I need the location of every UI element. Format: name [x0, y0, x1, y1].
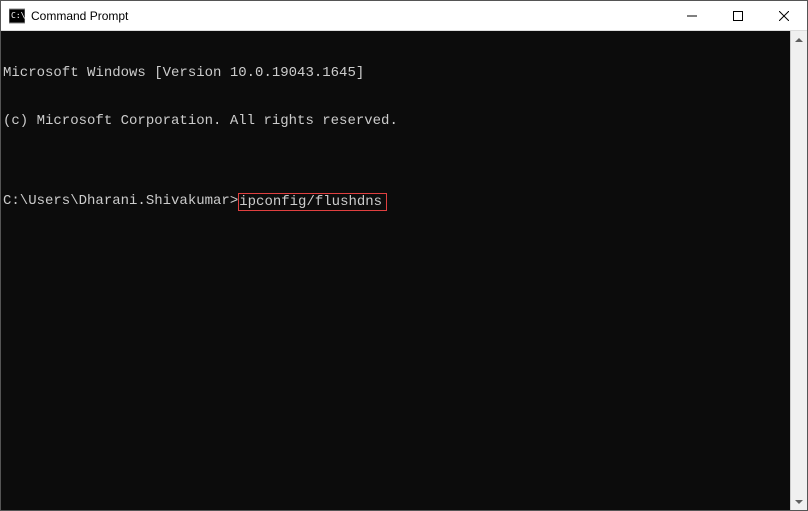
terminal-wrap: Microsoft Windows [Version 10.0.19043.16… — [1, 31, 807, 510]
command-highlight: ipconfig/flushdns — [238, 193, 387, 211]
scroll-track[interactable] — [791, 48, 807, 493]
scroll-down-button[interactable] — [791, 493, 807, 510]
output-line: Microsoft Windows [Version 10.0.19043.16… — [3, 65, 790, 81]
window-controls — [669, 1, 807, 30]
cmd-icon: C:\ — [9, 8, 25, 24]
terminal[interactable]: Microsoft Windows [Version 10.0.19043.16… — [1, 31, 790, 510]
minimize-button[interactable] — [669, 1, 715, 30]
close-button[interactable] — [761, 1, 807, 30]
window-title: Command Prompt — [31, 9, 669, 23]
prompt-line: C:\Users\Dharani.Shivakumar>ipconfig/flu… — [3, 193, 790, 211]
output-line: (c) Microsoft Corporation. All rights re… — [3, 113, 790, 129]
titlebar[interactable]: C:\ Command Prompt — [1, 1, 807, 31]
scroll-up-button[interactable] — [791, 31, 807, 48]
svg-text:C:\: C:\ — [11, 11, 25, 20]
maximize-button[interactable] — [715, 1, 761, 30]
prompt: C:\Users\Dharani.Shivakumar> — [3, 193, 238, 209]
vertical-scrollbar[interactable] — [790, 31, 807, 510]
command-prompt-window: C:\ Command Prompt Microsoft Windows [Ve… — [0, 0, 808, 511]
